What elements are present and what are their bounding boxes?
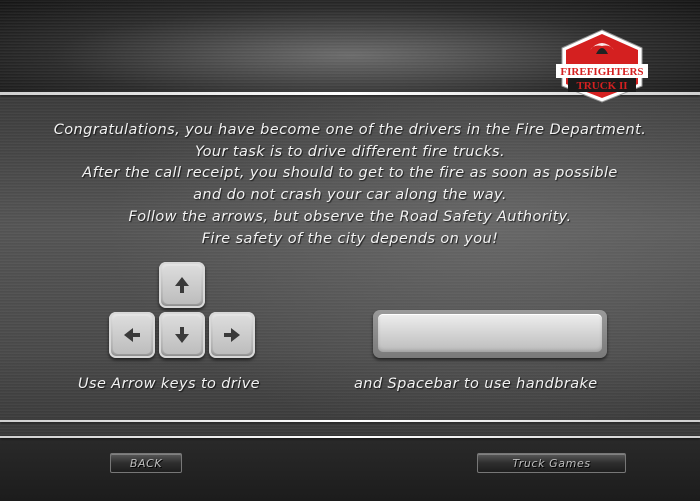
back-button[interactable]: BACK xyxy=(110,453,182,473)
arrow-keys-caption: Use Arrow keys to drive xyxy=(78,376,261,392)
intro-line: Your task is to drive different fire tru… xyxy=(194,143,505,160)
footer-divider-top xyxy=(0,420,700,422)
footer-divider xyxy=(0,436,700,438)
intro-line: and do not crash your car along the way. xyxy=(193,187,507,204)
left-arrow-key xyxy=(109,312,155,358)
truck-games-button[interactable]: Truck Games xyxy=(477,453,626,473)
up-arrow-key xyxy=(159,262,205,308)
arrow-down-icon xyxy=(175,327,189,343)
intro-line: Follow the arrows, but observe the Road … xyxy=(128,208,572,225)
down-arrow-key xyxy=(159,312,205,358)
intro-text: Congratulations, you have become one of … xyxy=(10,120,690,250)
intro-line: Congratulations, you have become one of … xyxy=(53,122,647,138)
arrow-up-icon xyxy=(175,277,189,293)
arrow-left-icon xyxy=(124,328,140,342)
arrow-right-icon xyxy=(224,328,240,342)
right-arrow-key xyxy=(209,312,255,358)
intro-line: Fire safety of the city depends on you! xyxy=(201,230,499,247)
spacebar-caption: and Spacebar to use handbrake xyxy=(354,376,598,392)
spacebar-key xyxy=(373,310,607,358)
logo-line2: TRUCK II xyxy=(576,80,627,92)
logo-line1: FIREFIGHTERS xyxy=(560,66,643,78)
intro-line: After the call receipt, you should to ge… xyxy=(82,165,618,182)
game-logo: FIREFIGHTERS TRUCK II xyxy=(552,28,652,104)
